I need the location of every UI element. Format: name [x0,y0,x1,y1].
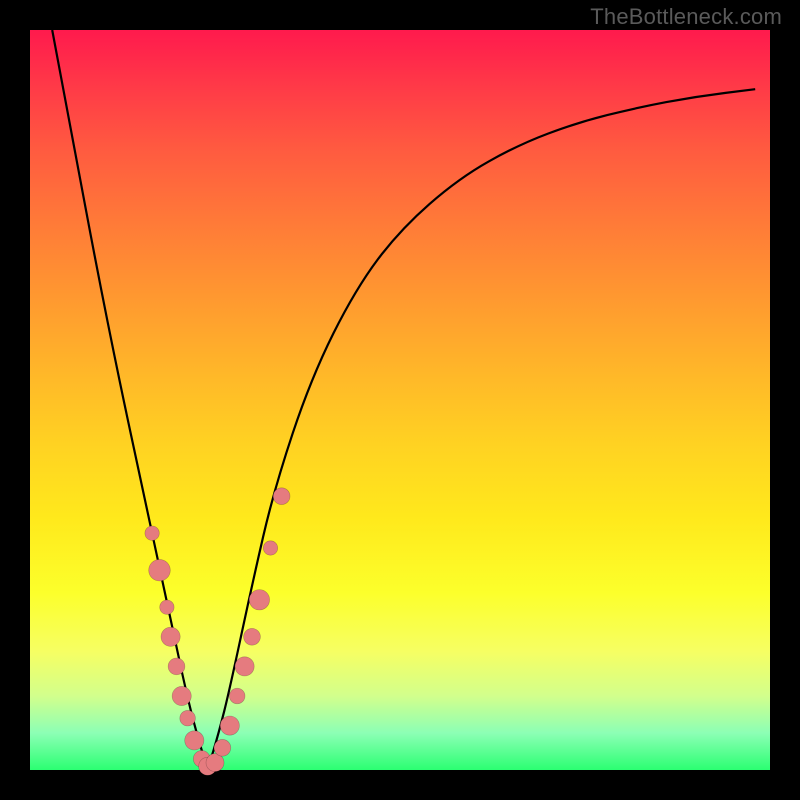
data-marker [149,559,171,581]
data-marker [214,739,231,756]
data-marker [145,526,159,540]
chart-svg [30,30,770,770]
data-marker [244,628,261,645]
data-markers [145,488,290,775]
data-marker [220,716,239,735]
data-marker [249,590,269,610]
chart-frame: TheBottleneck.com [0,0,800,800]
data-marker [273,488,290,505]
bottleneck-curve [52,30,755,761]
data-marker [229,688,245,704]
data-marker [263,541,277,555]
data-marker [161,627,180,646]
data-marker [172,686,191,705]
data-marker [168,658,185,675]
data-marker [185,731,204,750]
data-marker [160,600,174,614]
watermark-text: TheBottleneck.com [590,4,782,30]
data-marker [180,710,196,726]
plot-area [30,30,770,770]
data-marker [235,657,254,676]
